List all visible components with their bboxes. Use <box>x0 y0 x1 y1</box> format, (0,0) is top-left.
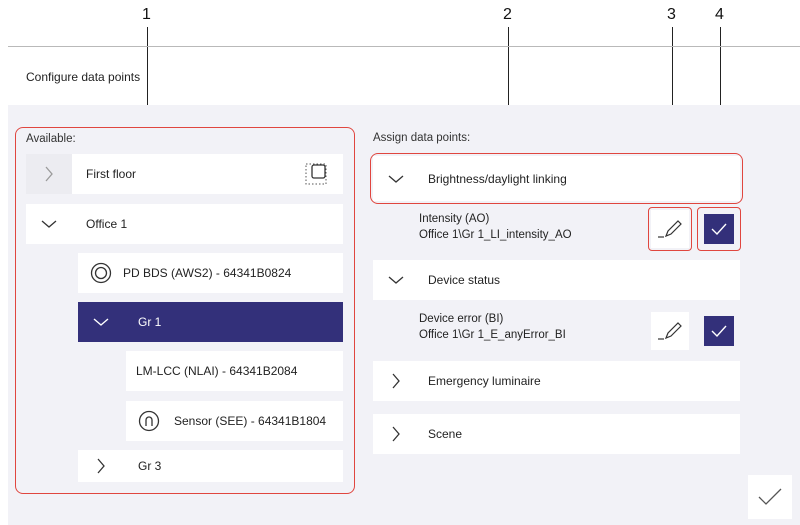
group-label: Device status <box>428 273 501 287</box>
chevron-down-icon <box>388 276 404 284</box>
group-device-status[interactable]: Device status <box>373 260 740 300</box>
confirm-button[interactable] <box>748 475 792 519</box>
callout-number-2: 2 <box>503 6 512 23</box>
group-emergency-luminaire[interactable]: Emergency luminaire <box>373 361 740 401</box>
datapoint-path: Office 1\Gr 1_LI_intensity_AO <box>419 229 572 241</box>
datapoint-intensity: Intensity (AO) Office 1\Gr 1_LI_intensit… <box>419 211 572 243</box>
checkmark-icon <box>758 488 782 505</box>
edit-datapoint-button[interactable] <box>651 312 689 350</box>
datapoint-path: Office 1\Gr 1_E_anyError_BI <box>419 329 566 341</box>
datapoint-device-error: Device error (BI) Office 1\Gr 1_E_anyErr… <box>419 311 566 343</box>
callout-number-1: 1 <box>142 6 151 23</box>
group-scene[interactable]: Scene <box>373 414 740 454</box>
available-panel-highlight <box>15 127 355 494</box>
datapoint-name: Device error (BI) <box>419 313 504 325</box>
header-divider <box>8 46 800 47</box>
assign-checkbox[interactable] <box>704 316 734 346</box>
pencil-icon <box>658 322 682 340</box>
assign-label: Assign data points: <box>373 132 471 144</box>
edit-button-highlight <box>648 207 692 251</box>
group-label: Emergency luminaire <box>428 374 541 388</box>
expand-toggle[interactable] <box>373 414 419 454</box>
datapoint-name: Intensity (AO) <box>419 213 490 225</box>
group-label: Scene <box>428 427 463 441</box>
page-title: Configure data points <box>26 70 141 84</box>
expand-toggle[interactable] <box>373 361 419 401</box>
checkmark-icon <box>711 325 727 337</box>
callout-number-4: 4 <box>715 6 724 23</box>
group-highlight <box>370 153 743 204</box>
chevron-right-icon <box>392 426 400 442</box>
callout-number-3: 3 <box>667 6 676 23</box>
chevron-right-icon <box>392 373 400 389</box>
expand-toggle[interactable] <box>373 260 419 300</box>
checkbox-highlight <box>697 207 741 251</box>
